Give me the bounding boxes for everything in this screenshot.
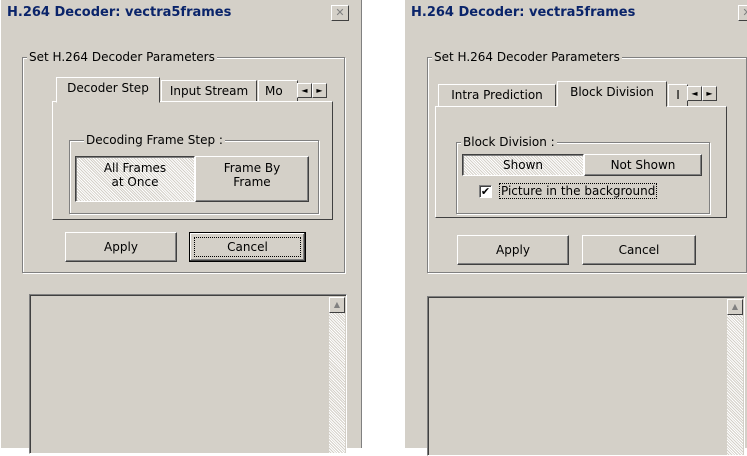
vertical-scrollbar[interactable]: ▲	[329, 297, 345, 453]
output-panel: ▲	[427, 296, 745, 456]
close-icon[interactable]: ✕	[738, 5, 747, 21]
scroll-up-icon[interactable]: ▲	[727, 299, 743, 315]
tab-scroll-right-icon[interactable]: ►	[312, 83, 327, 98]
all-frames-line1: All Frames	[103, 161, 167, 175]
decoder-params-legend: Set H.264 Decoder Parameters	[27, 50, 217, 64]
cancel-button[interactable]: Cancel	[582, 235, 696, 265]
tab-scroll-left-icon[interactable]: ◄	[687, 86, 702, 101]
frame-by-line1: Frame By	[223, 161, 281, 175]
tab-panel: Decoding Frame Step : All Frames at Once…	[52, 101, 333, 220]
all-frames-at-once-button[interactable]: All Frames at Once	[75, 156, 195, 202]
tab-scroll-left-icon[interactable]: ◄	[297, 83, 312, 98]
tab-input-stream[interactable]: Input Stream	[161, 80, 257, 102]
block-division-group: Block Division :	[456, 135, 710, 214]
shown-button[interactable]: Shown	[462, 154, 584, 176]
window-title: H.264 Decoder: vectra5frames	[1, 0, 361, 26]
not-shown-button[interactable]: Not Shown	[584, 154, 702, 176]
focus-rect	[194, 237, 301, 257]
frame-by-line2: Frame	[233, 175, 271, 189]
tab-panel: Block Division : Shown Not Shown ✔ Pictu…	[435, 106, 727, 218]
apply-button[interactable]: Apply	[457, 235, 569, 265]
decoding-step-legend: Decoding Frame Step :	[84, 133, 225, 147]
frame-by-frame-button[interactable]: Frame By Frame	[195, 156, 309, 202]
tab-scroll-right-icon[interactable]: ►	[702, 86, 717, 101]
scroll-up-icon[interactable]: ▲	[329, 297, 345, 313]
right-decoder-window: H.264 Decoder: vectra5frames ✕ Set H.264…	[404, 0, 747, 456]
window-title: H.264 Decoder: vectra5frames	[405, 0, 747, 26]
tab-block-division[interactable]: Block Division	[557, 81, 667, 107]
apply-button[interactable]: Apply	[65, 232, 177, 262]
cancel-button[interactable]: Cancel	[189, 232, 306, 262]
block-division-legend: Block Division :	[461, 135, 557, 149]
output-panel: ▲	[29, 294, 347, 454]
left-decoder-window: H.264 Decoder: vectra5frames ✕ Set H.264…	[0, 0, 362, 454]
close-icon[interactable]: ✕	[331, 5, 349, 21]
picture-background-checkbox[interactable]: ✔	[479, 185, 492, 198]
tab-more[interactable]: I	[668, 84, 688, 106]
vertical-scrollbar[interactable]: ▲	[727, 299, 743, 455]
tab-more[interactable]: Mo	[258, 80, 298, 102]
all-frames-line2: at Once	[111, 175, 159, 189]
tab-decoder-step[interactable]: Decoder Step	[56, 77, 160, 103]
tab-intra-prediction[interactable]: Intra Prediction	[438, 84, 556, 106]
decoder-params-legend: Set H.264 Decoder Parameters	[432, 50, 622, 64]
picture-background-label[interactable]: Picture in the background	[498, 183, 658, 199]
